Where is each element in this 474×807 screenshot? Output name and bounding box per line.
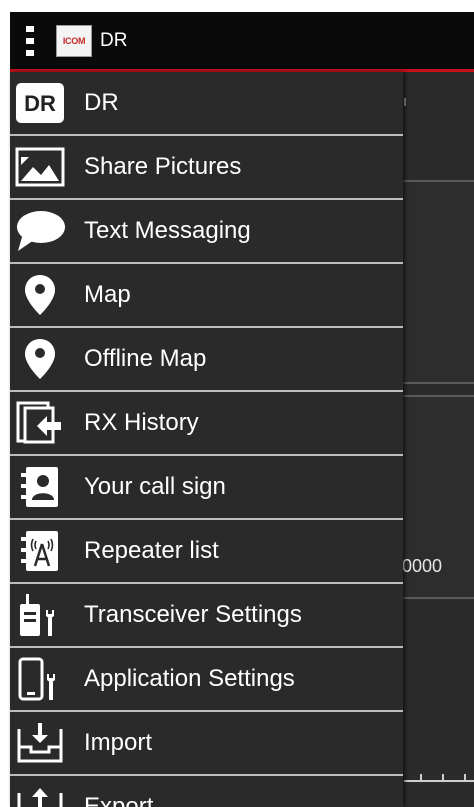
- drawer-item-your-call-sign[interactable]: Your call sign: [10, 456, 403, 520]
- drawer-item-label: Transceiver Settings: [84, 601, 302, 628]
- drawer-item-label: Share Pictures: [84, 153, 242, 180]
- drawer-item-export[interactable]: Export: [10, 776, 403, 807]
- app-bar: ICOM DR: [10, 12, 474, 69]
- export-tray-icon: [12, 776, 68, 807]
- import-tray-icon: [12, 712, 68, 774]
- drawer-item-label: Map: [84, 281, 131, 308]
- drawer-item-text-messaging[interactable]: Text Messaging: [10, 200, 403, 264]
- drawer-item-label: Application Settings: [84, 665, 295, 692]
- drawer-item-dr[interactable]: DR DR: [10, 72, 403, 136]
- menu-dots-icon: [26, 25, 34, 56]
- overflow-menu-button[interactable]: [10, 12, 50, 69]
- drawer-item-label: DR: [84, 89, 119, 116]
- antenna-book-icon: [12, 520, 68, 582]
- map-pin-icon: [12, 264, 68, 326]
- drawer-item-share-pictures[interactable]: Share Pictures: [10, 136, 403, 200]
- scale-tick: [404, 98, 406, 106]
- drawer-item-label: Offline Map: [84, 345, 207, 372]
- drawer-item-transceiver-settings[interactable]: Transceiver Settings: [10, 584, 403, 648]
- app-title: DR: [100, 29, 128, 51]
- drawer-item-rx-history[interactable]: RX History: [10, 392, 403, 456]
- navigation-drawer: DR DR Share Pictures Text Messaging Map …: [10, 72, 403, 807]
- dr-badge-icon: DR: [12, 72, 68, 134]
- bottom-scale: [404, 774, 474, 782]
- drawer-item-offline-map[interactable]: Offline Map: [10, 328, 403, 392]
- map-pin-icon: [12, 328, 68, 390]
- contact-book-icon: [12, 456, 68, 518]
- svg-text:DR: DR: [24, 91, 56, 116]
- drawer-item-map[interactable]: Map: [10, 264, 403, 328]
- drawer-item-label: Export: [84, 793, 154, 807]
- phone-wrench-icon: [12, 648, 68, 710]
- picture-icon: [12, 136, 68, 198]
- history-icon: [12, 392, 68, 454]
- radio-wrench-icon: [12, 584, 68, 646]
- drawer-item-label: RX History: [84, 409, 199, 436]
- drawer-item-repeater-list[interactable]: Repeater list: [10, 520, 403, 584]
- drawer-item-label: Your call sign: [84, 473, 226, 500]
- frequency-fragment: 0000: [402, 556, 443, 576]
- drawer-item-label: Import: [84, 729, 153, 756]
- drawer-item-label: Text Messaging: [84, 217, 251, 244]
- speech-bubble-icon: [12, 200, 68, 262]
- drawer-item-label: Repeater list: [84, 537, 219, 564]
- drawer-item-application-settings[interactable]: Application Settings: [10, 648, 403, 712]
- drawer-item-import[interactable]: Import: [10, 712, 403, 776]
- icom-logo: ICOM: [56, 24, 92, 57]
